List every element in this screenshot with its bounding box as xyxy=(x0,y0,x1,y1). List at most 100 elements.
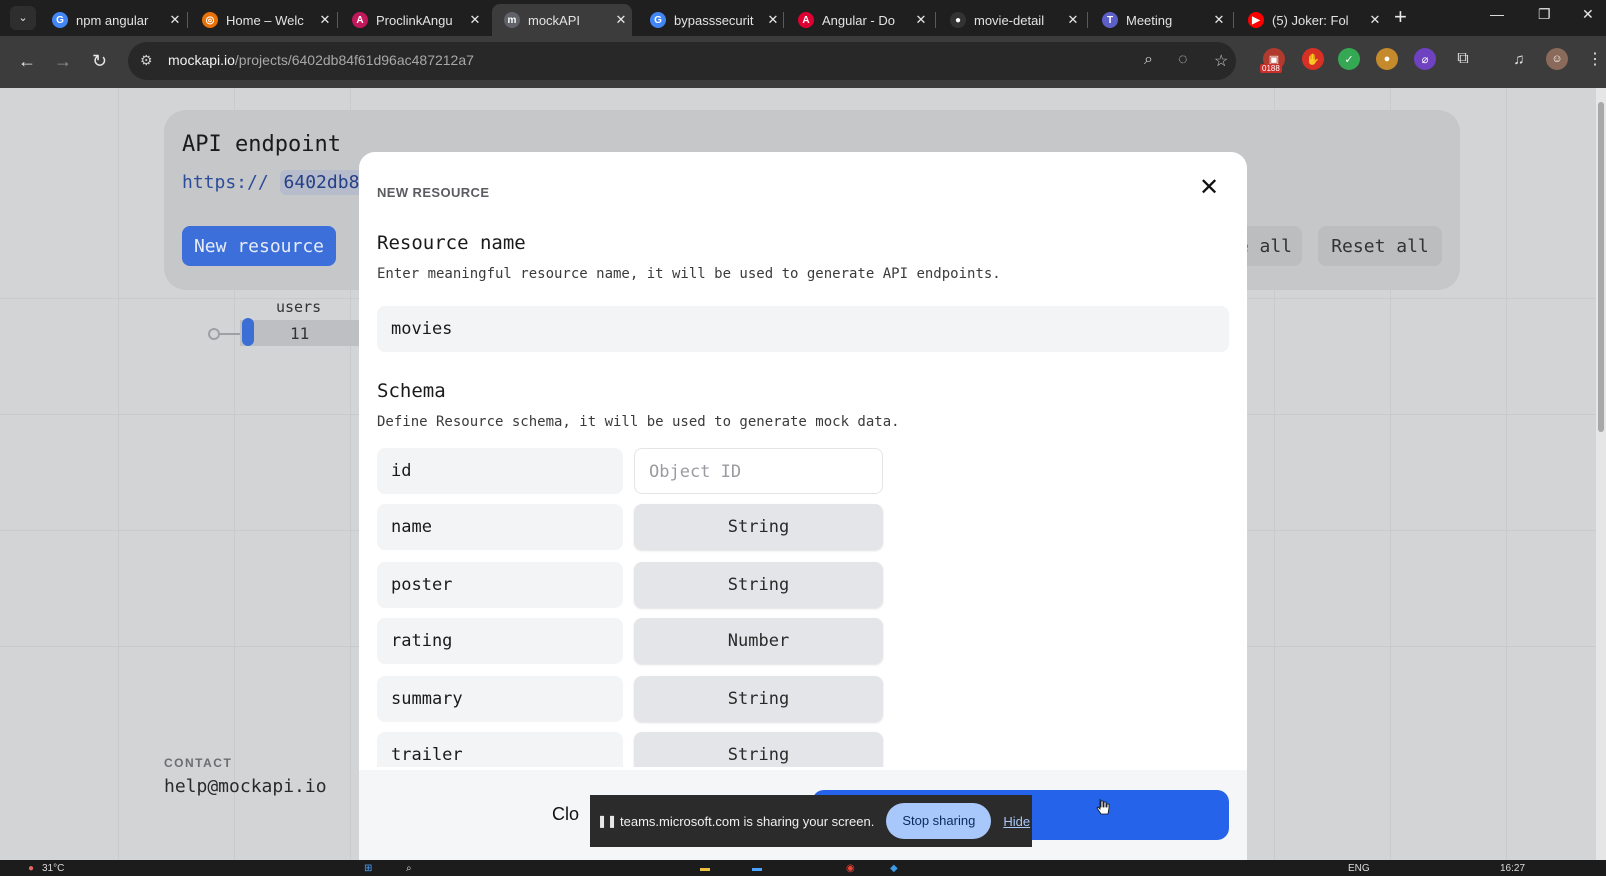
chrome-icon[interactable]: ◉ xyxy=(846,863,855,875)
url-text[interactable]: mockapi.io/projects/6402db84f61d96ac4872… xyxy=(168,52,474,68)
restore-button[interactable]: ❐ xyxy=(1538,6,1551,23)
clock[interactable]: 16:27 xyxy=(1500,863,1525,875)
zoom-icon[interactable]: ⌕ xyxy=(1144,51,1153,69)
resource-connector xyxy=(220,333,242,335)
browser-tab[interactable]: ▶ (5) Joker: Fol ✕ xyxy=(1236,4,1386,36)
record-icon: ◎ xyxy=(202,12,218,28)
cookie-extension-icon[interactable]: ● xyxy=(1376,48,1398,70)
browser-tab[interactable]: ◎ Home – Welc ✕ xyxy=(190,4,336,36)
youtube-icon: ▶ xyxy=(1248,12,1264,28)
forward-icon[interactable]: → xyxy=(54,50,72,72)
close-icon[interactable]: ✕ xyxy=(1197,176,1221,200)
page-scrollbar[interactable] xyxy=(1596,88,1606,860)
resource-name-description: Enter meaningful resource name, it will … xyxy=(377,266,1001,282)
address-bar[interactable]: ⚙ mockapi.io/projects/6402db84f61d96ac48… xyxy=(128,42,1236,80)
language-indicator[interactable]: ENG xyxy=(1348,863,1370,875)
close-tab-icon[interactable]: ✕ xyxy=(1062,12,1084,28)
schema-field-name[interactable]: trailer xyxy=(377,732,623,767)
back-icon[interactable]: ← xyxy=(18,50,36,72)
resource-drag-handle[interactable] xyxy=(242,318,254,346)
contact-email[interactable]: help@mockapi.io xyxy=(164,776,327,797)
schema-field-name[interactable]: poster xyxy=(377,562,623,608)
schema-description: Define Resource schema, it will be used … xyxy=(377,414,900,430)
eye-off-icon[interactable]: ◌ xyxy=(1178,51,1188,69)
new-resource-button[interactable]: New resource xyxy=(182,226,336,266)
google-icon: G xyxy=(52,12,68,28)
puzzle-icon[interactable]: ⧉ xyxy=(1452,48,1474,70)
tab-separator xyxy=(1087,12,1088,28)
menu-kebab-icon[interactable]: ⋮ xyxy=(1584,48,1606,70)
mouse-pointer-icon xyxy=(1096,799,1110,815)
modal-title: NEW RESOURCE xyxy=(377,185,490,200)
media-control-icon[interactable]: ♫ xyxy=(1508,48,1530,70)
teams-icon: T xyxy=(1102,12,1118,28)
scrollbar-thumb[interactable] xyxy=(1598,102,1604,432)
tab-separator xyxy=(783,12,784,28)
schema-field-name[interactable]: id xyxy=(377,448,623,494)
close-tab-icon[interactable]: ✕ xyxy=(1364,12,1386,28)
resource-count: 11 xyxy=(290,324,310,343)
browser-tab[interactable]: ● movie-detail ✕ xyxy=(938,4,1084,36)
file-explorer-icon[interactable]: ▬ xyxy=(700,863,710,875)
start-icon[interactable]: ⊞ xyxy=(364,863,372,875)
resource-name-heading: Resource name xyxy=(377,232,526,254)
site-info-icon[interactable]: ⚙ xyxy=(140,52,153,69)
reload-icon[interactable]: ↻ xyxy=(92,50,107,72)
browser-tab[interactable]: Gnpm angular ✕ xyxy=(40,4,186,36)
endpoint-title: API endpoint xyxy=(182,132,341,157)
close-window-button[interactable]: ✕ xyxy=(1582,6,1594,23)
github-icon: ● xyxy=(950,12,966,28)
grid-line xyxy=(1506,88,1507,860)
weather-icon[interactable]: ● xyxy=(28,863,34,875)
avatar[interactable]: ☺ xyxy=(1546,48,1568,70)
close-tab-icon[interactable]: ✕ xyxy=(610,12,632,28)
app-icon[interactable]: ▬ xyxy=(752,863,762,875)
close-button[interactable]: Clo xyxy=(552,804,579,825)
browser-tab[interactable]: m mockAPI ✕ xyxy=(492,4,632,36)
extension-icon[interactable]: ⌀ xyxy=(1414,48,1436,70)
schema-field-type-select[interactable]: String xyxy=(634,562,883,608)
schema-field-type-select[interactable]: String xyxy=(634,504,883,550)
schema-field-type-readonly: Object ID xyxy=(634,448,883,494)
schema-field-name[interactable]: name xyxy=(377,504,623,550)
tab-strip: ⌄ Gnpm angular ✕ ◎ Home – Welc ✕ A ProclinkAng… xyxy=(0,0,1606,36)
minimize-button[interactable]: — xyxy=(1490,6,1504,22)
weather-temp[interactable]: 31°C xyxy=(42,863,64,875)
contact-label: CONTACT xyxy=(164,756,233,770)
drag-handle-icon[interactable]: ❚❚ xyxy=(596,814,618,828)
close-tab-icon[interactable]: ✕ xyxy=(762,12,784,28)
search-icon[interactable]: ⌕ xyxy=(406,863,412,875)
close-tab-icon[interactable]: ✕ xyxy=(464,12,486,28)
extension-icon[interactable]: ✋ xyxy=(1302,48,1324,70)
schema-list: id Object ID name String poster String rating N… xyxy=(359,442,1247,767)
stop-sharing-button[interactable]: Stop sharing xyxy=(886,803,992,839)
close-tab-icon[interactable]: ✕ xyxy=(164,12,186,28)
browser-tab[interactable]: Gbypasssecurit ✕ xyxy=(638,4,784,36)
close-tab-icon[interactable]: ✕ xyxy=(1208,12,1230,28)
tab-search-button[interactable]: ⌄ xyxy=(10,6,36,30)
schema-field-type-select[interactable]: String xyxy=(634,732,883,767)
new-tab-button[interactable]: + xyxy=(1394,6,1407,28)
resource-name-input[interactable]: movies xyxy=(377,306,1229,352)
browser-tab[interactable]: A ProclinkAngu ✕ xyxy=(340,4,486,36)
schema-heading: Schema xyxy=(377,380,446,402)
tab-separator xyxy=(187,12,188,28)
close-tab-icon[interactable]: ✕ xyxy=(910,12,932,28)
browser-tab[interactable]: T Meeting ✕ xyxy=(1090,4,1230,36)
schema-field-type-select[interactable]: Number xyxy=(634,618,883,664)
browser-tab[interactable]: A Angular - Do ✕ xyxy=(786,4,932,36)
reset-all-button[interactable]: Reset all xyxy=(1318,226,1442,266)
endpoint-url[interactable]: https:// 6402db84 xyxy=(182,170,375,195)
vscode-icon[interactable]: ◆ xyxy=(890,863,898,875)
resource-label: users xyxy=(276,298,322,316)
close-tab-icon[interactable]: ✕ xyxy=(314,12,336,28)
tab-separator xyxy=(1233,12,1234,28)
hide-link[interactable]: Hide xyxy=(1003,814,1030,829)
resource-connector-knob[interactable] xyxy=(208,328,220,340)
schema-field-name[interactable]: rating xyxy=(377,618,623,664)
schema-field-name[interactable]: summary xyxy=(377,676,623,722)
bookmark-star-icon[interactable]: ☆ xyxy=(1214,51,1228,71)
extension-icon[interactable]: ✓ xyxy=(1338,48,1360,70)
schema-field-type-select[interactable]: String xyxy=(634,676,883,722)
google-icon: G xyxy=(650,12,666,28)
